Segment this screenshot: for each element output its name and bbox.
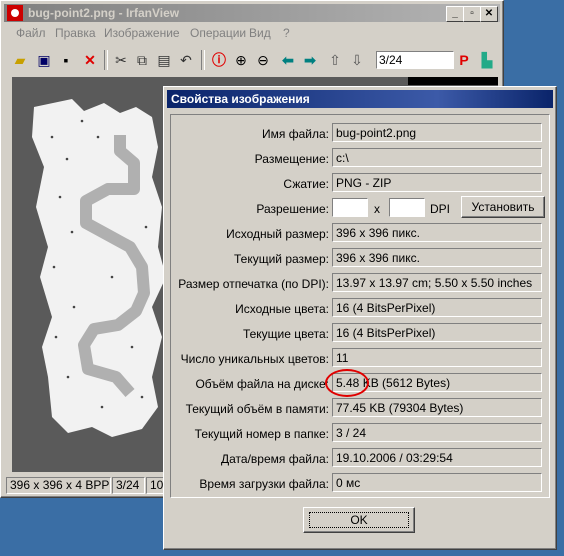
ok-button[interactable]: OK bbox=[303, 507, 415, 533]
value-original-colors: 16 (4 BitsPerPixel) bbox=[332, 298, 542, 317]
dialog-title: Свойства изображения bbox=[171, 92, 310, 106]
zoom-in-icon[interactable]: ⊕ bbox=[233, 52, 249, 68]
copy-icon[interactable]: ⧉ bbox=[134, 52, 150, 68]
undo-icon[interactable]: ↶ bbox=[178, 52, 194, 68]
label-current-size: Текущий размер: bbox=[234, 252, 329, 266]
set-resolution-button[interactable]: Установить bbox=[461, 196, 545, 218]
toolbar-separator bbox=[104, 50, 108, 70]
image-properties-dialog: Свойства изображения Имя файла: bug-poin… bbox=[163, 86, 557, 550]
label-disk-size: Объём файла на диске: bbox=[195, 377, 329, 391]
last-page-icon[interactable]: ⇩ bbox=[349, 52, 365, 68]
value-current-size: 396 x 396 пикс. bbox=[332, 248, 542, 267]
label-print-size: Размер отпечатка (по DPI): bbox=[178, 277, 329, 291]
minimize-button[interactable]: _ bbox=[446, 6, 464, 22]
slideshow-icon[interactable]: ▣ bbox=[36, 52, 52, 68]
label-current-colors: Текущие цвета: bbox=[242, 327, 329, 341]
properties-group: Имя файла: bug-point2.png Размещение: c:… bbox=[170, 114, 550, 498]
label-location: Размещение: bbox=[254, 152, 329, 166]
highlight-circle bbox=[325, 369, 369, 397]
label-original-colors: Исходные цвета: bbox=[235, 302, 329, 316]
menu-image[interactable]: Изображение bbox=[104, 26, 180, 40]
value-compression: PNG - ZIP bbox=[332, 173, 542, 192]
cut-icon[interactable]: ✂ bbox=[113, 52, 129, 68]
maximize-button[interactable]: ▫ bbox=[463, 6, 481, 22]
label-folder-index: Текущий номер в папке: bbox=[194, 427, 329, 441]
resolution-y-input[interactable] bbox=[389, 198, 425, 217]
zoom-out-icon[interactable]: ⊖ bbox=[255, 52, 271, 68]
menu-operations[interactable]: Операции bbox=[190, 26, 246, 40]
label-resolution: Разрешение: bbox=[256, 202, 329, 216]
exit-icon[interactable]: ▙ bbox=[479, 52, 495, 68]
label-load-time: Время загрузки файла: bbox=[199, 477, 329, 491]
value-current-colors: 16 (4 BitsPerPixel) bbox=[332, 323, 542, 342]
label-compression: Сжатие: bbox=[283, 177, 329, 191]
value-memory-size: 77.45 KB (79304 Bytes) bbox=[332, 398, 542, 417]
value-load-time: 0 мс bbox=[332, 473, 542, 492]
value-file-name: bug-point2.png bbox=[332, 123, 542, 142]
save-icon[interactable]: ▪ bbox=[58, 52, 74, 68]
paint-icon[interactable]: P bbox=[456, 52, 472, 68]
status-image-info: 396 x 396 x 4 BPP bbox=[6, 477, 111, 494]
resolution-x-input[interactable] bbox=[332, 198, 368, 217]
menu-view[interactable]: Вид bbox=[249, 26, 271, 40]
delete-icon[interactable]: ✕ bbox=[82, 52, 98, 68]
close-button[interactable]: ✕ bbox=[480, 6, 498, 22]
next-arrow-icon[interactable]: ➡ bbox=[302, 52, 318, 68]
menu-file[interactable]: Файл bbox=[16, 26, 46, 40]
main-window-title: bug-point2.png - IrfanView bbox=[28, 6, 180, 20]
label-file-datetime: Дата/время файла: bbox=[221, 452, 329, 466]
page-counter-field[interactable]: 3/24 bbox=[376, 51, 454, 69]
value-print-size: 13.97 x 13.97 cm; 5.50 x 5.50 inches bbox=[332, 273, 542, 292]
previous-arrow-icon[interactable]: ⬅ bbox=[280, 52, 296, 68]
value-folder-index: 3 / 24 bbox=[332, 423, 542, 442]
value-unique-colors: 11 bbox=[332, 348, 542, 367]
label-original-size: Исходный размер: bbox=[226, 227, 329, 241]
value-original-size: 396 x 396 пикс. bbox=[332, 223, 542, 242]
value-location: c:\ bbox=[332, 148, 542, 167]
toolbar-separator bbox=[201, 50, 205, 70]
menu-bar: Файл Правка Изображение Операции Вид ? bbox=[4, 24, 500, 42]
open-folder-icon[interactable]: ▰ bbox=[12, 52, 28, 68]
value-file-datetime: 19.10.2006 / 03:29:54 bbox=[332, 448, 542, 467]
focus-rect bbox=[309, 512, 409, 528]
paste-icon[interactable]: ▤ bbox=[156, 52, 172, 68]
first-page-icon[interactable]: ⇧ bbox=[327, 52, 343, 68]
label-memory-size: Текущий объём в памяти: bbox=[185, 402, 329, 416]
label-file-name: Имя файла: bbox=[262, 127, 329, 141]
dialog-title-bar[interactable]: Свойства изображения bbox=[167, 90, 553, 108]
menu-help[interactable]: ? bbox=[283, 26, 290, 40]
label-unique-colors: Число уникальных цветов: bbox=[180, 352, 329, 366]
toolbar: ▰ ▣ ▪ ✕ ✂ ⧉ ▤ ↶ ⓘ ⊕ ⊖ ⬅ ➡ ⇧ ⇩ 3/24 P ▙ bbox=[4, 46, 500, 74]
resolution-unit: DPI bbox=[430, 202, 451, 216]
irfanview-app-icon bbox=[7, 5, 23, 21]
main-title-bar[interactable]: bug-point2.png - IrfanView _ ▫ ✕ bbox=[4, 4, 500, 22]
info-icon[interactable]: ⓘ bbox=[211, 52, 227, 68]
resolution-separator: x bbox=[374, 202, 380, 216]
menu-edit[interactable]: Правка bbox=[55, 26, 96, 40]
